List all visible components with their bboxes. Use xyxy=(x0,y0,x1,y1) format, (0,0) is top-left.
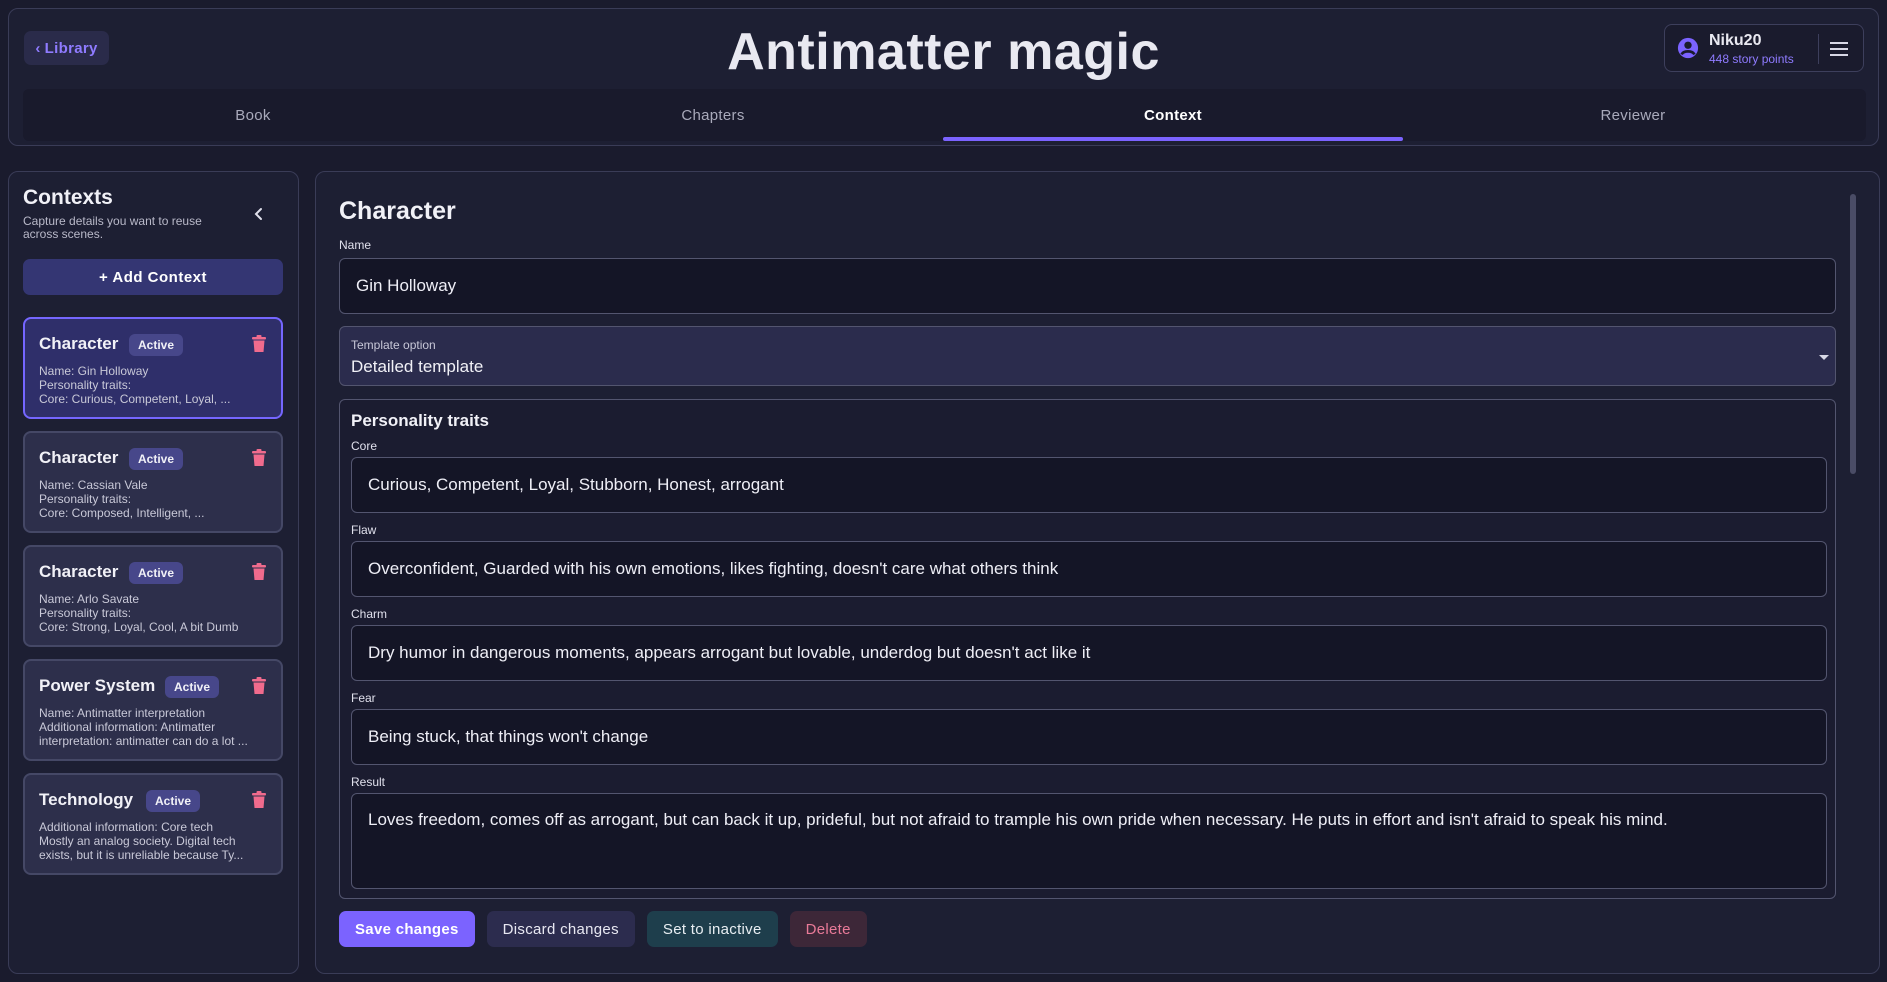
context-card-summary: Name: Antimatter interpretation Addition… xyxy=(39,706,271,748)
status-badge: Active xyxy=(165,676,220,698)
summary-line: Mostly an analog society. Digital tech xyxy=(39,834,236,848)
tab-context[interactable]: Context xyxy=(943,89,1403,141)
template-select[interactable]: Template option Detailed template xyxy=(339,326,1836,386)
status-badge: Active xyxy=(129,562,184,584)
context-card-title: Character xyxy=(39,448,119,467)
summary-line: Personality traits: xyxy=(39,606,132,620)
user-account-box[interactable]: Niku20 448 story points xyxy=(1664,24,1864,72)
result-label: Result xyxy=(351,775,386,789)
context-card-title: Power System xyxy=(39,676,156,695)
core-label: Core xyxy=(351,439,378,453)
summary-line: Core: Curious, Competent, Loyal, ... xyxy=(39,392,231,406)
summary-line: exists, but it is unreliable because Ty.… xyxy=(39,848,244,862)
flaw-label: Flaw xyxy=(351,523,377,537)
contexts-sidebar: Contexts Capture details you want to reu… xyxy=(8,171,299,974)
summary-line: Additional information: Core tech xyxy=(39,820,214,834)
main-tabs: Book Chapters Context Reviewer xyxy=(23,89,1866,141)
status-badge: Active xyxy=(146,790,201,812)
section-title: Personality traits xyxy=(351,411,489,430)
summary-line: Core: Strong, Loyal, Cool, A bit Dumb xyxy=(39,620,239,634)
book-title: Antimatter magic xyxy=(727,23,1160,81)
editor-scrollbar[interactable] xyxy=(1850,194,1856,474)
context-card[interactable]: Power System Active Name: Antimatter int… xyxy=(23,659,283,761)
name-label: Name xyxy=(339,238,372,252)
flaw-input[interactable]: Overconfident, Guarded with his own emot… xyxy=(351,541,1827,597)
context-card-title: Technology xyxy=(39,790,134,809)
trash-icon[interactable] xyxy=(251,677,267,695)
charm-input[interactable]: Dry humor in dangerous moments, appears … xyxy=(351,625,1827,681)
template-select-value: Detailed template xyxy=(351,357,484,376)
hamburger-menu-icon[interactable] xyxy=(1828,38,1850,60)
context-card-summary: Name: Arlo Savate Personality traits: Co… xyxy=(39,592,271,634)
summary-line: Personality traits: xyxy=(39,492,132,506)
fear-input[interactable]: Being stuck, that things won't change xyxy=(351,709,1827,765)
template-select-label: Template option xyxy=(351,338,436,352)
user-avatar-icon xyxy=(1677,37,1699,59)
fear-label: Fear xyxy=(351,691,376,705)
context-card-title: Character xyxy=(39,334,119,353)
summary-line: Name: Gin Holloway xyxy=(39,364,149,378)
result-textarea[interactable]: Loves freedom, comes off as arrogant, bu… xyxy=(351,793,1827,889)
name-input[interactable]: Gin Holloway xyxy=(339,258,1836,314)
trash-icon[interactable] xyxy=(251,449,267,467)
trash-icon[interactable] xyxy=(251,791,267,809)
context-card-summary: Name: Gin Holloway Personality traits: C… xyxy=(39,364,271,406)
context-card[interactable]: Character Active Name: Arlo Savate Perso… xyxy=(23,545,283,647)
caret-down-icon xyxy=(1819,355,1829,360)
add-context-button[interactable]: + Add Context xyxy=(23,259,283,295)
set-inactive-button[interactable]: Set to inactive xyxy=(646,911,778,947)
sidebar-title: Contexts xyxy=(23,186,113,209)
status-badge: Active xyxy=(129,448,184,470)
tab-reviewer[interactable]: Reviewer xyxy=(1403,89,1863,141)
context-list: Character Active Name: Gin Holloway Pers… xyxy=(23,317,283,887)
summary-line: Name: Arlo Savate xyxy=(39,592,140,606)
tab-chapters[interactable]: Chapters xyxy=(483,89,943,141)
summary-line: interpretation: antimatter can do a lot … xyxy=(39,734,248,748)
context-card-summary: Additional information: Core tech Mostly… xyxy=(39,820,271,862)
trash-icon[interactable] xyxy=(251,563,267,581)
summary-line: Additional information: Antimatter xyxy=(39,720,216,734)
story-points: 448 story points xyxy=(1709,52,1794,66)
charm-label: Charm xyxy=(351,607,388,621)
summary-line: Name: Antimatter interpretation xyxy=(39,706,206,720)
summary-line: Personality traits: xyxy=(39,378,132,392)
delete-button[interactable]: Delete xyxy=(789,911,867,947)
personality-traits-section: Personality traits Core Curious, Compete… xyxy=(339,399,1836,899)
summary-line: Name: Cassian Vale xyxy=(39,478,148,492)
trash-icon[interactable] xyxy=(251,335,267,353)
collapse-sidebar-icon[interactable] xyxy=(251,206,267,222)
context-card-summary: Name: Cassian Vale Personality traits: C… xyxy=(39,478,271,520)
username: Niku20 xyxy=(1709,32,1762,49)
core-input[interactable]: Curious, Competent, Loyal, Stubborn, Hon… xyxy=(351,457,1827,513)
status-badge: Active xyxy=(129,334,184,356)
discard-changes-button[interactable]: Discard changes xyxy=(486,911,635,947)
save-changes-button[interactable]: Save changes xyxy=(339,911,475,947)
context-card[interactable]: Technology Active Additional information… xyxy=(23,773,283,875)
context-card-title: Character xyxy=(39,562,119,581)
editor-title: Character xyxy=(339,197,456,225)
context-card[interactable]: Character Active Name: Gin Holloway Pers… xyxy=(23,317,283,419)
app-header: ‹ Library Antimatter magic Niku20 448 st… xyxy=(8,8,1879,146)
user-box-divider xyxy=(1818,34,1819,64)
context-card[interactable]: Character Active Name: Cassian Vale Pers… xyxy=(23,431,283,533)
summary-line: Core: Composed, Intelligent, ... xyxy=(39,506,205,520)
tab-book[interactable]: Book xyxy=(23,89,483,141)
editor-actions: Save changes Discard changes Set to inac… xyxy=(339,911,867,947)
context-editor: Character Name Gin Holloway Template opt… xyxy=(315,171,1880,974)
sidebar-subtitle: Capture details you want to reuse across… xyxy=(23,214,202,241)
